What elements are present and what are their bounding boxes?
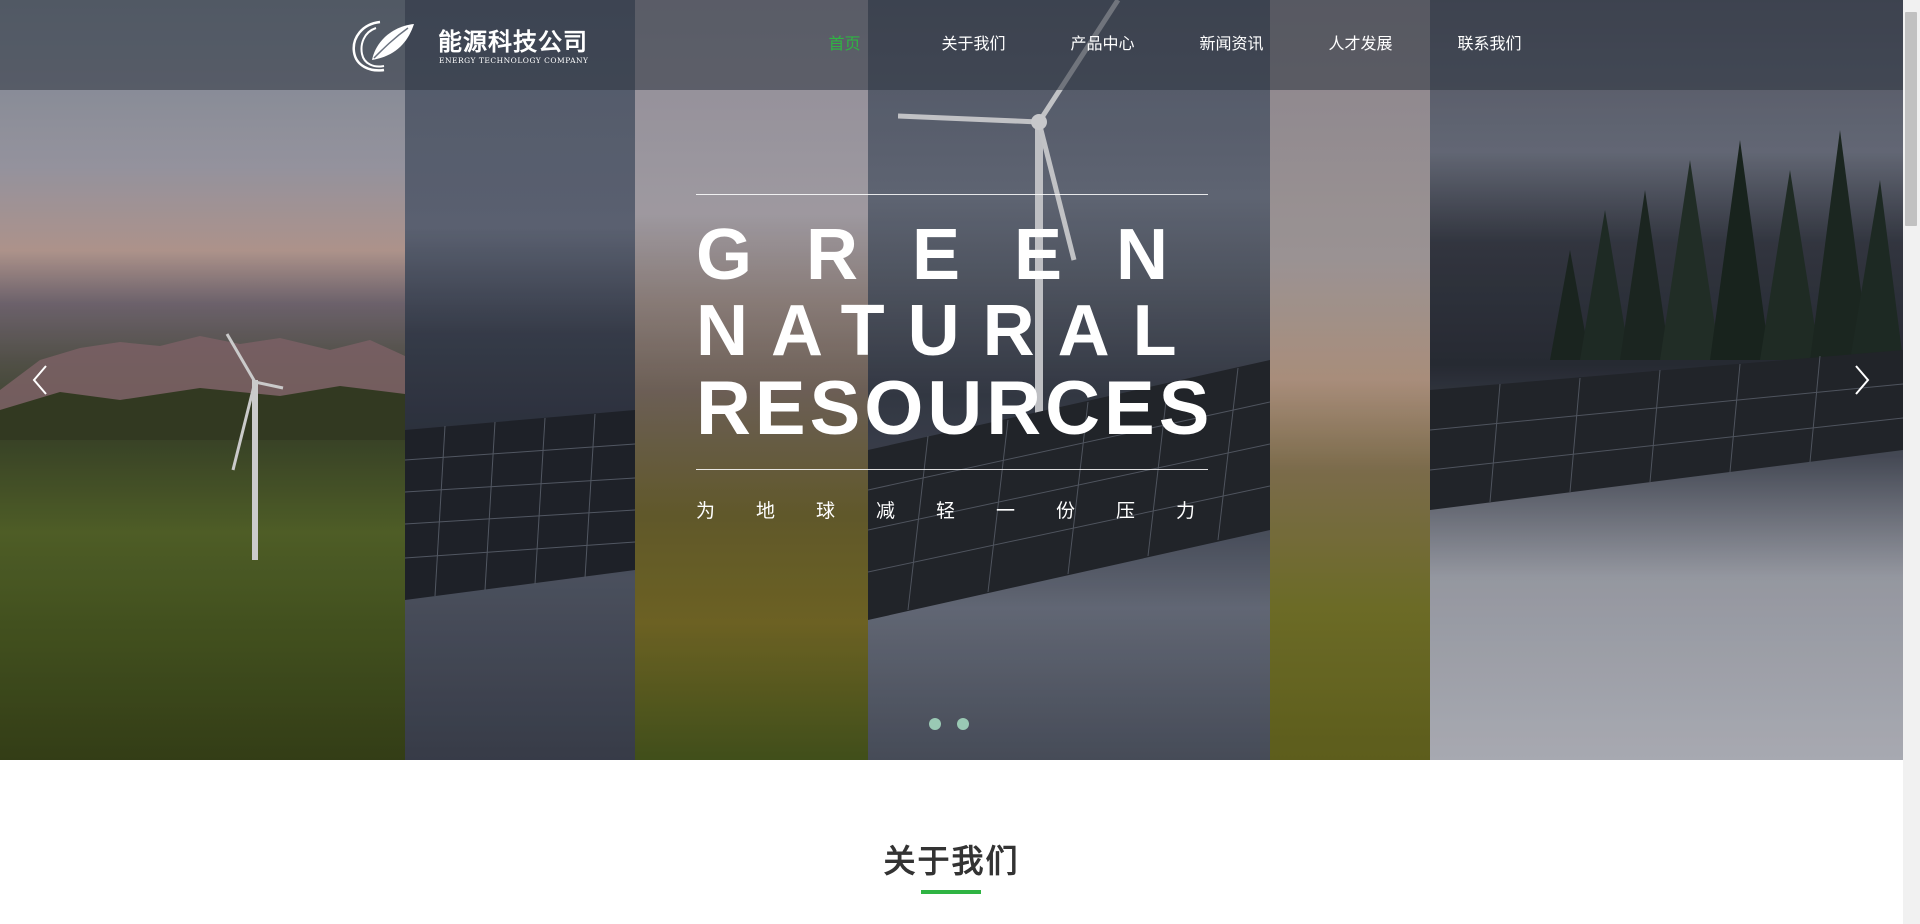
chevron-right-icon [1855, 365, 1870, 395]
hero-headline-line-1: GREEN [696, 215, 1223, 295]
chevron-left-icon [32, 365, 47, 395]
carousel-dot[interactable] [929, 718, 941, 730]
about-section: 关于我们 [0, 760, 1903, 924]
nav-item-news[interactable]: 新闻资讯 [1167, 0, 1296, 90]
hero-banner: GREEN NATURAL RESOURCES 为地球减轻一份压力 [0, 0, 1903, 760]
hero-headline-line-3: RESOURCES [696, 366, 1214, 451]
nav-item-about[interactable]: 关于我们 [909, 0, 1038, 90]
carousel-pagination [929, 718, 969, 730]
vertical-scrollbar[interactable] [1903, 0, 1920, 924]
section-title: 关于我们 [883, 842, 1020, 880]
nav-item-contact[interactable]: 联系我们 [1425, 0, 1554, 90]
nav-item-home[interactable]: 首页 [780, 0, 909, 90]
carousel-next-button[interactable] [1848, 360, 1876, 400]
title-underline [921, 890, 981, 894]
hero-headline-line-2: NATURAL [696, 291, 1200, 371]
page: GREEN NATURAL RESOURCES 为地球减轻一份压力 能源科技公司… [0, 0, 1903, 924]
caption-bottom-rule [696, 469, 1208, 470]
brand-name: 能源科技公司 [438, 28, 588, 56]
site-logo[interactable]: 能源科技公司 ENERGY TECHNOLOGY COMPANY [350, 16, 600, 74]
caption-top-rule [696, 194, 1208, 195]
leaf-swirl-logo-icon [352, 20, 414, 72]
nav-item-careers[interactable]: 人才发展 [1296, 0, 1425, 90]
scrollbar-thumb[interactable] [1905, 12, 1917, 226]
hero-caption: GREEN NATURAL RESOURCES 为地球减轻一份压力 [696, 194, 1237, 523]
nav-item-products[interactable]: 产品中心 [1038, 0, 1167, 90]
site-header: 能源科技公司 ENERGY TECHNOLOGY COMPANY 首页 关于我们… [0, 0, 1903, 90]
carousel-prev-button[interactable] [26, 360, 54, 400]
hero-tagline: 为地球减轻一份压力 [696, 500, 1237, 522]
carousel-dot[interactable] [957, 718, 969, 730]
brand-name-en: ENERGY TECHNOLOGY COMPANY [439, 56, 589, 65]
main-nav: 首页 关于我们 产品中心 新闻资讯 人才发展 联系我们 [780, 0, 1554, 90]
